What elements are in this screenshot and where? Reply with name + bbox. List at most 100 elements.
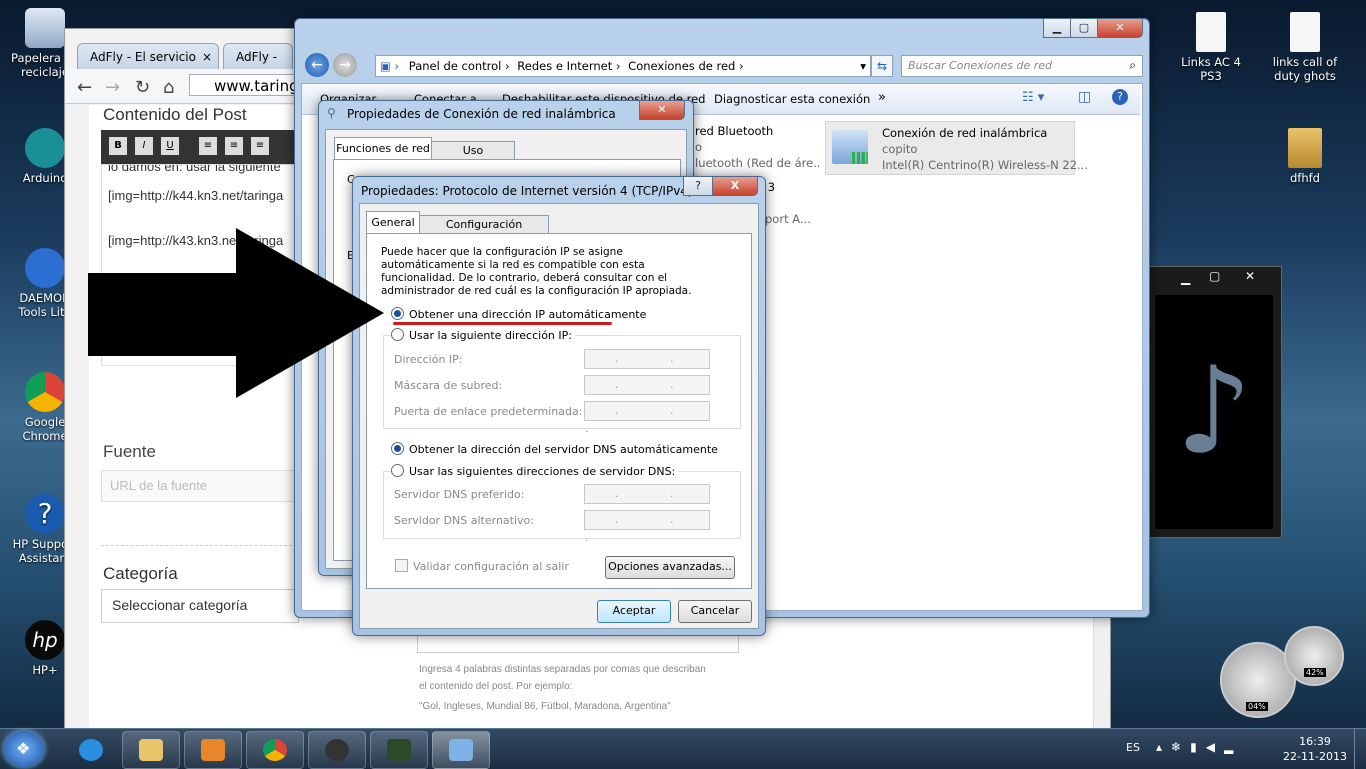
- ipv4-properties-dialog[interactable]: Propiedades: Protocolo de Internet versi…: [352, 176, 766, 636]
- gateway-field[interactable]: . . .: [584, 401, 710, 435]
- search-icon[interactable]: ⌕: [1129, 58, 1136, 73]
- maximize-icon[interactable]: ▢: [1209, 269, 1220, 283]
- checkbox[interactable]: [395, 559, 408, 572]
- diagnosticar-button[interactable]: Diagnosticar esta conexión: [714, 92, 870, 106]
- breadcrumb-item[interactable]: Conexiones de red: [628, 59, 735, 73]
- italic-button[interactable]: I: [135, 137, 153, 155]
- browser-tab[interactable]: AdFly - El servicio ×: [77, 43, 219, 69]
- radio-label: Obtener una dirección IP automáticamente: [409, 308, 647, 321]
- tray-icons[interactable]: ▴❄▮◀▂: [1156, 740, 1242, 754]
- close-button[interactable]: ✕: [1097, 19, 1143, 38]
- taskbar-chrome[interactable]: [246, 731, 304, 769]
- taskbar-terminal[interactable]: [370, 731, 428, 769]
- radio-button[interactable]: [391, 307, 404, 320]
- minimize-icon[interactable]: ▁: [1181, 271, 1190, 285]
- start-button[interactable]: ❖: [4, 731, 44, 767]
- breadcrumb-item[interactable]: Redes e Internet: [517, 59, 612, 73]
- tab-uso-compartido[interactable]: Uso compartido: [431, 141, 515, 175]
- back-icon[interactable]: ←: [305, 53, 329, 77]
- dns-alternate-field[interactable]: . . .: [584, 510, 710, 544]
- home-icon[interactable]: ⌂: [163, 77, 174, 98]
- align-center-icon[interactable]: ≡: [225, 137, 243, 155]
- show-hidden-icons-icon[interactable]: ▴: [1156, 740, 1171, 754]
- advanced-options-button[interactable]: Opciones avanzadas...: [605, 556, 735, 579]
- ip-address-field[interactable]: . . .: [584, 349, 710, 383]
- dialog-title: Propiedades de Conexión de red inalámbri…: [347, 107, 616, 121]
- more-button[interactable]: »: [878, 90, 886, 105]
- help-icon[interactable]: ?: [1112, 89, 1128, 105]
- fuente-input[interactable]: URL de la fuente: [101, 470, 299, 502]
- hp-icon: hp: [25, 620, 65, 660]
- volume-icon[interactable]: ◀: [1206, 740, 1224, 754]
- media-player-window[interactable]: ▁ ▢ ✕ ♪: [1146, 266, 1282, 538]
- memory-gauge-value: 42%: [1304, 668, 1326, 677]
- network-signal-icon[interactable]: ▂: [1224, 740, 1242, 754]
- taskbar-steam[interactable]: [308, 731, 366, 769]
- cancel-button[interactable]: Cancelar: [678, 600, 752, 623]
- desktop-icon-label: links call of duty ghots: [1272, 55, 1338, 83]
- help-button[interactable]: ?: [683, 177, 713, 196]
- preview-pane-icon[interactable]: ◫: [1078, 89, 1091, 105]
- tab-close-icon[interactable]: ×: [202, 44, 212, 70]
- taskbar: ❖ ES ▴❄▮◀▂ 16:39 22-11-2013: [0, 728, 1366, 769]
- radio-button[interactable]: [391, 442, 404, 455]
- search-input[interactable]: Buscar Conexiones de red ⌕: [901, 55, 1143, 77]
- radio-button[interactable]: [391, 464, 404, 477]
- language-indicator[interactable]: ES: [1126, 741, 1140, 754]
- breadcrumb-item[interactable]: Panel de control: [409, 59, 502, 73]
- reload-icon[interactable]: ↻: [135, 77, 150, 98]
- back-icon[interactable]: ←: [77, 77, 92, 98]
- breadcrumb[interactable]: ▣ › Panel de control › Redes e Internet …: [375, 55, 871, 77]
- close-icon[interactable]: ✕: [1245, 269, 1255, 283]
- snowflake-icon[interactable]: ❄: [1171, 740, 1190, 754]
- align-left-icon[interactable]: ≡: [199, 137, 217, 155]
- desktop-icon-links-cod[interactable]: links call of duty ghots: [1266, 12, 1344, 83]
- description-text: Puede hacer que la configuración IP se a…: [381, 246, 692, 297]
- validate-checkbox[interactable]: Validar configuración al salir: [395, 559, 569, 573]
- radio-auto-dns[interactable]: Obtener la dirección del servidor DNS au…: [391, 442, 718, 456]
- forward-icon[interactable]: →: [105, 77, 120, 98]
- text-file-icon: [1196, 12, 1226, 52]
- battery-icon[interactable]: ▮: [1190, 740, 1206, 754]
- show-desktop-button[interactable]: [1354, 729, 1366, 769]
- taskbar-explorer[interactable]: [122, 731, 180, 769]
- view-options-icon[interactable]: ☷ ▾: [1022, 90, 1044, 105]
- radio-auto-ip[interactable]: Obtener una dirección IP automáticamente: [391, 307, 646, 321]
- tab-funciones-de-red[interactable]: Funciones de red: [334, 137, 432, 160]
- dns-preferred-field[interactable]: . . .: [584, 484, 710, 518]
- categoria-select[interactable]: Seleccionar categoría: [101, 589, 299, 623]
- taskbar-network-connections[interactable]: [432, 731, 490, 769]
- connection-partial[interactable]: port A...: [765, 212, 811, 226]
- chevron-down-icon[interactable]: ▾: [860, 56, 866, 76]
- tab-configuracion-alternativa[interactable]: Configuración alternativa: [419, 215, 549, 249]
- dns-alternate-label: Servidor DNS alternativo:: [394, 514, 534, 527]
- taskbar-ie[interactable]: [62, 731, 120, 769]
- underline-button[interactable]: U: [161, 137, 179, 155]
- close-button[interactable]: X: [712, 177, 758, 196]
- close-button[interactable]: ✕: [639, 101, 685, 120]
- forward-icon[interactable]: →: [333, 53, 357, 77]
- tags-help-line: Ingresa 4 palabras distintas separadas p…: [419, 664, 706, 675]
- clock-date: 22-11-2013: [1283, 750, 1347, 763]
- maximize-button[interactable]: ▢: [1070, 19, 1098, 38]
- desktop-icon-dfhfd[interactable]: dfhfd: [1266, 128, 1344, 185]
- connection-name: red Bluetooth: [695, 124, 774, 138]
- align-right-icon[interactable]: ≡: [251, 137, 269, 155]
- browser-tab[interactable]: AdFly -: [223, 43, 293, 69]
- connection-device: Intel(R) Centrino(R) Wireless-N 22...: [882, 158, 1088, 172]
- daemon-tools-icon: [25, 248, 65, 288]
- taskbar-media[interactable]: [184, 731, 242, 769]
- arduino-icon: [25, 128, 65, 168]
- clock[interactable]: 16:39 22-11-2013: [1280, 734, 1350, 764]
- desktop-icon-links-ac4[interactable]: Links AC 4 PS3: [1172, 12, 1250, 83]
- connection-bluetooth[interactable]: red Bluetooth o luetooth (Red de áre...: [695, 123, 819, 175]
- radio-button[interactable]: [391, 328, 404, 341]
- ok-button[interactable]: Aceptar: [597, 600, 671, 623]
- connection-wireless[interactable]: Conexión de red inalámbrica copito Intel…: [825, 121, 1088, 175]
- bold-button[interactable]: B: [109, 137, 127, 155]
- radio-static-dns[interactable]: Usar las siguientes direcciones de servi…: [391, 464, 679, 478]
- refresh-icon[interactable]: ⇆: [871, 55, 893, 77]
- radio-static-ip[interactable]: Usar la siguiente dirección IP:: [391, 328, 575, 342]
- minimize-button[interactable]: ▁: [1043, 19, 1071, 38]
- subnet-mask-field[interactable]: . . .: [584, 375, 710, 409]
